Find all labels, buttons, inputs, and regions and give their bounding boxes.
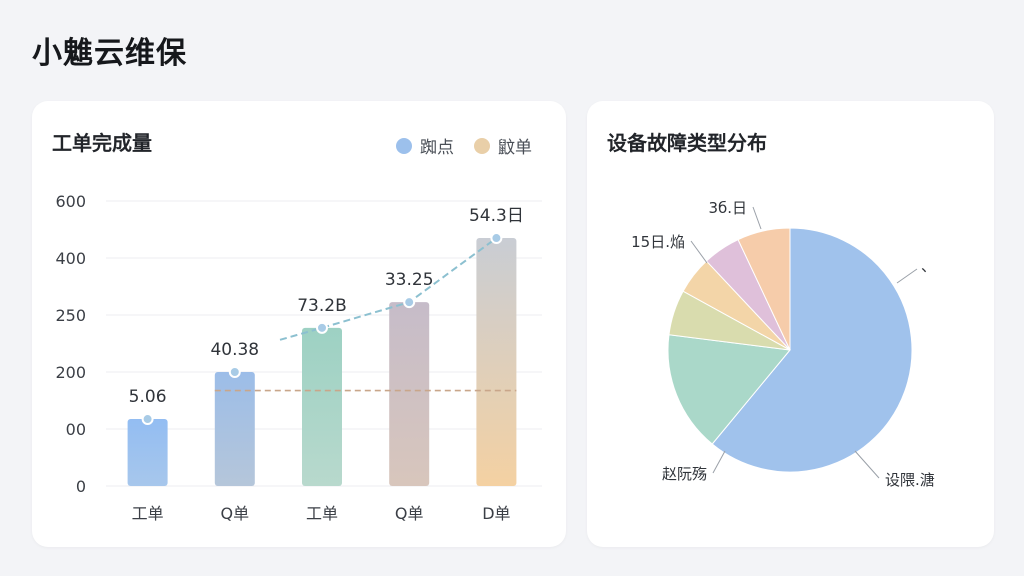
x-tick-label: 工单 bbox=[306, 504, 338, 523]
pie-slice-label: 15日.焔 bbox=[631, 233, 685, 251]
pie-annotation: 、 bbox=[921, 257, 936, 275]
x-tick-label: 工单 bbox=[132, 504, 164, 523]
data-point bbox=[228, 366, 241, 378]
pie-leader-line bbox=[752, 206, 762, 230]
y-tick-label: 200 bbox=[55, 363, 86, 382]
pie-leader-line bbox=[896, 268, 918, 284]
data-label: 54.3日 bbox=[469, 206, 524, 226]
bar bbox=[302, 327, 342, 486]
bar bbox=[214, 372, 255, 486]
data-label: 40.38 bbox=[210, 340, 259, 360]
app-title: 小魋云维保 bbox=[32, 36, 187, 71]
pie-leader-line bbox=[712, 450, 726, 474]
data-label: 33.25 bbox=[385, 270, 434, 290]
bar bbox=[127, 419, 168, 486]
pie-chart-plot: 设隈.溏 赵阮殇 15日.焔 3б.日、 bbox=[631, 199, 936, 489]
data-point bbox=[316, 321, 328, 334]
y-tick-label: 0 bbox=[76, 477, 86, 496]
bar-chart-card: 工单完成量 踟点 鼤单 600 400 250 200 00 0 工单 5.06 Q单 40.38… bbox=[32, 101, 566, 547]
data-label: 5.06 bbox=[129, 387, 167, 407]
data-point bbox=[490, 232, 503, 245]
x-tick-label: Q单 bbox=[220, 504, 249, 523]
y-tick-label: 250 bbox=[55, 306, 86, 325]
pie-slice-label: 赵阮殇 bbox=[662, 465, 707, 483]
pie-slice-label: 设隈.溏 bbox=[885, 471, 935, 489]
data-label: 73.2B bbox=[297, 296, 347, 316]
pie-chart-card: 设备故障类型分布 设隈.溏 赵阮殇 15日.焔 3б.日、 bbox=[587, 101, 994, 547]
data-point bbox=[403, 296, 416, 309]
bar bbox=[476, 238, 517, 486]
bar-chart-plot: 600400250200000工单5.06Q单40.38工单73.2BQ单33.… bbox=[55, 192, 542, 523]
bar bbox=[389, 302, 430, 486]
pie-leader-line bbox=[690, 240, 708, 264]
x-tick-label: D单 bbox=[482, 504, 510, 523]
pie-slice-label: 3б.日 bbox=[708, 199, 747, 217]
y-tick-label: 00 bbox=[66, 420, 86, 439]
y-tick-label: 600 bbox=[55, 192, 86, 211]
pie-leader-line bbox=[854, 450, 880, 479]
x-tick-label: Q单 bbox=[395, 504, 424, 523]
data-point bbox=[141, 413, 154, 426]
y-tick-label: 400 bbox=[55, 249, 86, 268]
